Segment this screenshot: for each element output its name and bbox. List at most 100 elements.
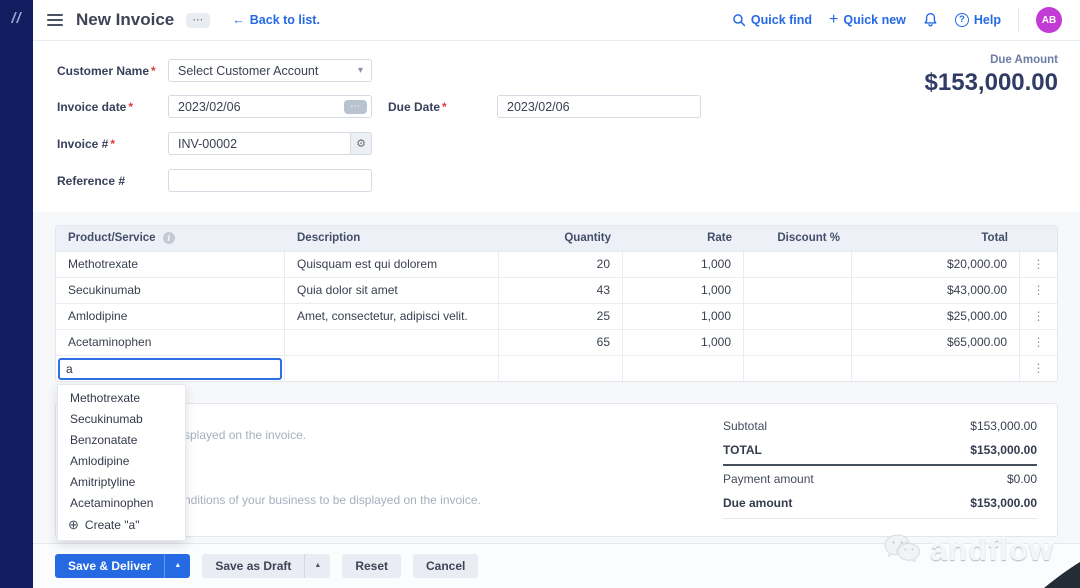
cell-rate[interactable]: 1,000 xyxy=(623,303,744,329)
dropdown-item[interactable]: Methotrexate xyxy=(58,388,185,409)
required-asterisk: * xyxy=(442,100,447,114)
table-header-row: Product/Service i Description Quantity R… xyxy=(56,226,1057,251)
help-button[interactable]: ? Help xyxy=(954,13,1001,27)
cell-product-editing xyxy=(56,355,285,381)
cell-rate[interactable]: 1,000 xyxy=(623,329,744,355)
quick-find-button[interactable]: Quick find xyxy=(732,13,812,27)
invoice-date-field: ⋯ xyxy=(168,95,372,118)
cell-product[interactable]: Acetaminophen xyxy=(56,329,285,355)
cell-quantity[interactable]: 43 xyxy=(499,277,623,303)
col-actions xyxy=(1020,226,1057,251)
payment-amount-value: $0.00 xyxy=(1006,472,1037,486)
cancel-button[interactable]: Cancel xyxy=(413,554,479,578)
table-row: Methotrexate Quisquam est qui dolorem 20… xyxy=(56,251,1057,277)
cell-quantity[interactable] xyxy=(499,355,623,381)
dropdown-item[interactable]: Amitriptyline xyxy=(58,472,185,493)
product-search-input[interactable] xyxy=(58,358,282,380)
terms-placeholder[interactable]: nditions of your business to be displaye… xyxy=(184,493,481,507)
cell-rate[interactable]: 1,000 xyxy=(623,277,744,303)
cell-description[interactable] xyxy=(285,355,499,381)
customer-name-label: Customer Name * xyxy=(57,64,156,78)
due-amount-row-value: $153,000.00 xyxy=(970,496,1037,510)
back-to-list-link[interactable]: ← Back to list. xyxy=(232,13,320,27)
dropdown-item[interactable]: Amlodipine xyxy=(58,451,185,472)
quick-new-button[interactable]: + Quick new xyxy=(829,11,906,29)
col-rate: Rate xyxy=(623,226,744,251)
save-and-deliver-caret-icon[interactable]: ▲ xyxy=(164,554,190,578)
payment-amount-row: Payment amount $0.00 xyxy=(723,467,1037,491)
notes-totals-panel: splayed on the invoice. nditions of your… xyxy=(55,403,1058,537)
app-logo-icon[interactable]: // xyxy=(0,10,33,27)
invoice-number-field: ⚙ xyxy=(168,132,372,155)
cell-product[interactable]: Amlodipine xyxy=(56,303,285,329)
dropdown-item[interactable]: Acetaminophen xyxy=(58,493,185,514)
dropdown-item[interactable]: Secukinumab xyxy=(58,409,185,430)
topbar-divider xyxy=(1018,9,1019,31)
cell-description[interactable] xyxy=(285,329,499,355)
create-new-product-option[interactable]: ⊕ Create "a" xyxy=(58,514,185,536)
cell-description[interactable]: Quisquam est qui dolorem xyxy=(285,251,499,277)
totals-divider-light xyxy=(723,518,1037,519)
due-date-input[interactable] xyxy=(498,96,700,117)
dropdown-item[interactable]: Benzonatate xyxy=(58,430,185,451)
cell-description[interactable]: Quia dolor sit amet xyxy=(285,277,499,303)
due-amount-row-label: Due amount xyxy=(723,496,793,510)
cell-product[interactable]: Methotrexate xyxy=(56,251,285,277)
due-date-field xyxy=(497,95,701,118)
table-row: Acetaminophen 65 1,000 $65,000.00 ⋮ xyxy=(56,329,1057,355)
cell-total: $25,000.00 xyxy=(852,303,1020,329)
invoice-notes-placeholder[interactable]: splayed on the invoice. xyxy=(184,428,306,442)
row-menu-kebab-icon[interactable]: ⋮ xyxy=(1020,329,1057,355)
table-row: Secukinumab Quia dolor sit amet 43 1,000… xyxy=(56,277,1057,303)
invoice-date-input[interactable] xyxy=(169,96,371,117)
invoice-number-input[interactable] xyxy=(169,133,351,154)
page-title: New Invoice xyxy=(76,10,175,29)
cell-discount[interactable] xyxy=(744,355,852,381)
cell-quantity[interactable]: 25 xyxy=(499,303,623,329)
cell-discount[interactable] xyxy=(744,303,852,329)
row-menu-kebab-icon[interactable]: ⋮ xyxy=(1020,277,1057,303)
cell-description[interactable]: Amet, consectetur, adipisci velit. xyxy=(285,303,499,329)
due-amount-row: Due amount $153,000.00 xyxy=(723,491,1037,515)
title-more-button[interactable]: ⋯ xyxy=(186,12,211,28)
invoice-number-label: Invoice # * xyxy=(57,137,116,151)
cell-quantity[interactable]: 65 xyxy=(499,329,623,355)
plus-circle-icon: ⊕ xyxy=(68,517,79,532)
cell-product[interactable]: Secukinumab xyxy=(56,277,285,303)
invoice-number-settings-button[interactable]: ⚙ xyxy=(350,133,371,154)
reference-number-input[interactable] xyxy=(169,170,371,191)
date-picker-icon[interactable]: ⋯ xyxy=(344,100,367,114)
hamburger-menu-icon[interactable] xyxy=(47,14,63,26)
cell-quantity[interactable]: 20 xyxy=(499,251,623,277)
cell-discount[interactable] xyxy=(744,329,852,355)
save-and-deliver-button[interactable]: Save & Deliver ▲ xyxy=(55,554,191,578)
cell-rate[interactable]: 1,000 xyxy=(623,251,744,277)
product-suggestions-dropdown: Methotrexate Secukinumab Benzonatate Aml… xyxy=(57,384,186,541)
required-asterisk: * xyxy=(110,137,116,151)
subtotal-value: $153,000.00 xyxy=(970,419,1037,433)
due-amount-value: $153,000.00 xyxy=(924,69,1058,96)
save-as-draft-button[interactable]: Save as Draft ▲ xyxy=(202,554,331,578)
row-menu-kebab-icon[interactable]: ⋮ xyxy=(1020,251,1057,277)
row-menu-kebab-icon[interactable]: ⋮ xyxy=(1020,355,1057,381)
totals-summary: Subtotal $153,000.00 TOTAL $153,000.00 P… xyxy=(723,414,1037,519)
top-bar: New Invoice ⋯ ← Back to list. Quick find… xyxy=(33,0,1080,41)
reset-button[interactable]: Reset xyxy=(342,554,401,578)
user-avatar[interactable]: AB xyxy=(1036,7,1062,33)
total-row: TOTAL $153,000.00 xyxy=(723,438,1037,462)
back-arrow-icon: ← xyxy=(232,13,245,27)
reference-number-field xyxy=(168,169,372,192)
cell-total: $20,000.00 xyxy=(852,251,1020,277)
cell-discount[interactable] xyxy=(744,277,852,303)
notifications-bell-icon[interactable] xyxy=(923,12,938,28)
save-as-draft-caret-icon[interactable]: ▲ xyxy=(304,554,330,578)
create-option-label: Create "a" xyxy=(84,518,140,532)
table-row: Amlodipine Amet, consectetur, adipisci v… xyxy=(56,303,1057,329)
cell-rate[interactable] xyxy=(623,355,744,381)
cell-discount[interactable] xyxy=(744,251,852,277)
customer-account-select-value: Select Customer Account xyxy=(178,63,319,78)
quick-new-label: Quick new xyxy=(843,13,906,27)
save-and-deliver-label: Save & Deliver xyxy=(68,559,152,573)
customer-account-select[interactable]: Select Customer Account ▾ xyxy=(168,59,372,82)
row-menu-kebab-icon[interactable]: ⋮ xyxy=(1020,303,1057,329)
